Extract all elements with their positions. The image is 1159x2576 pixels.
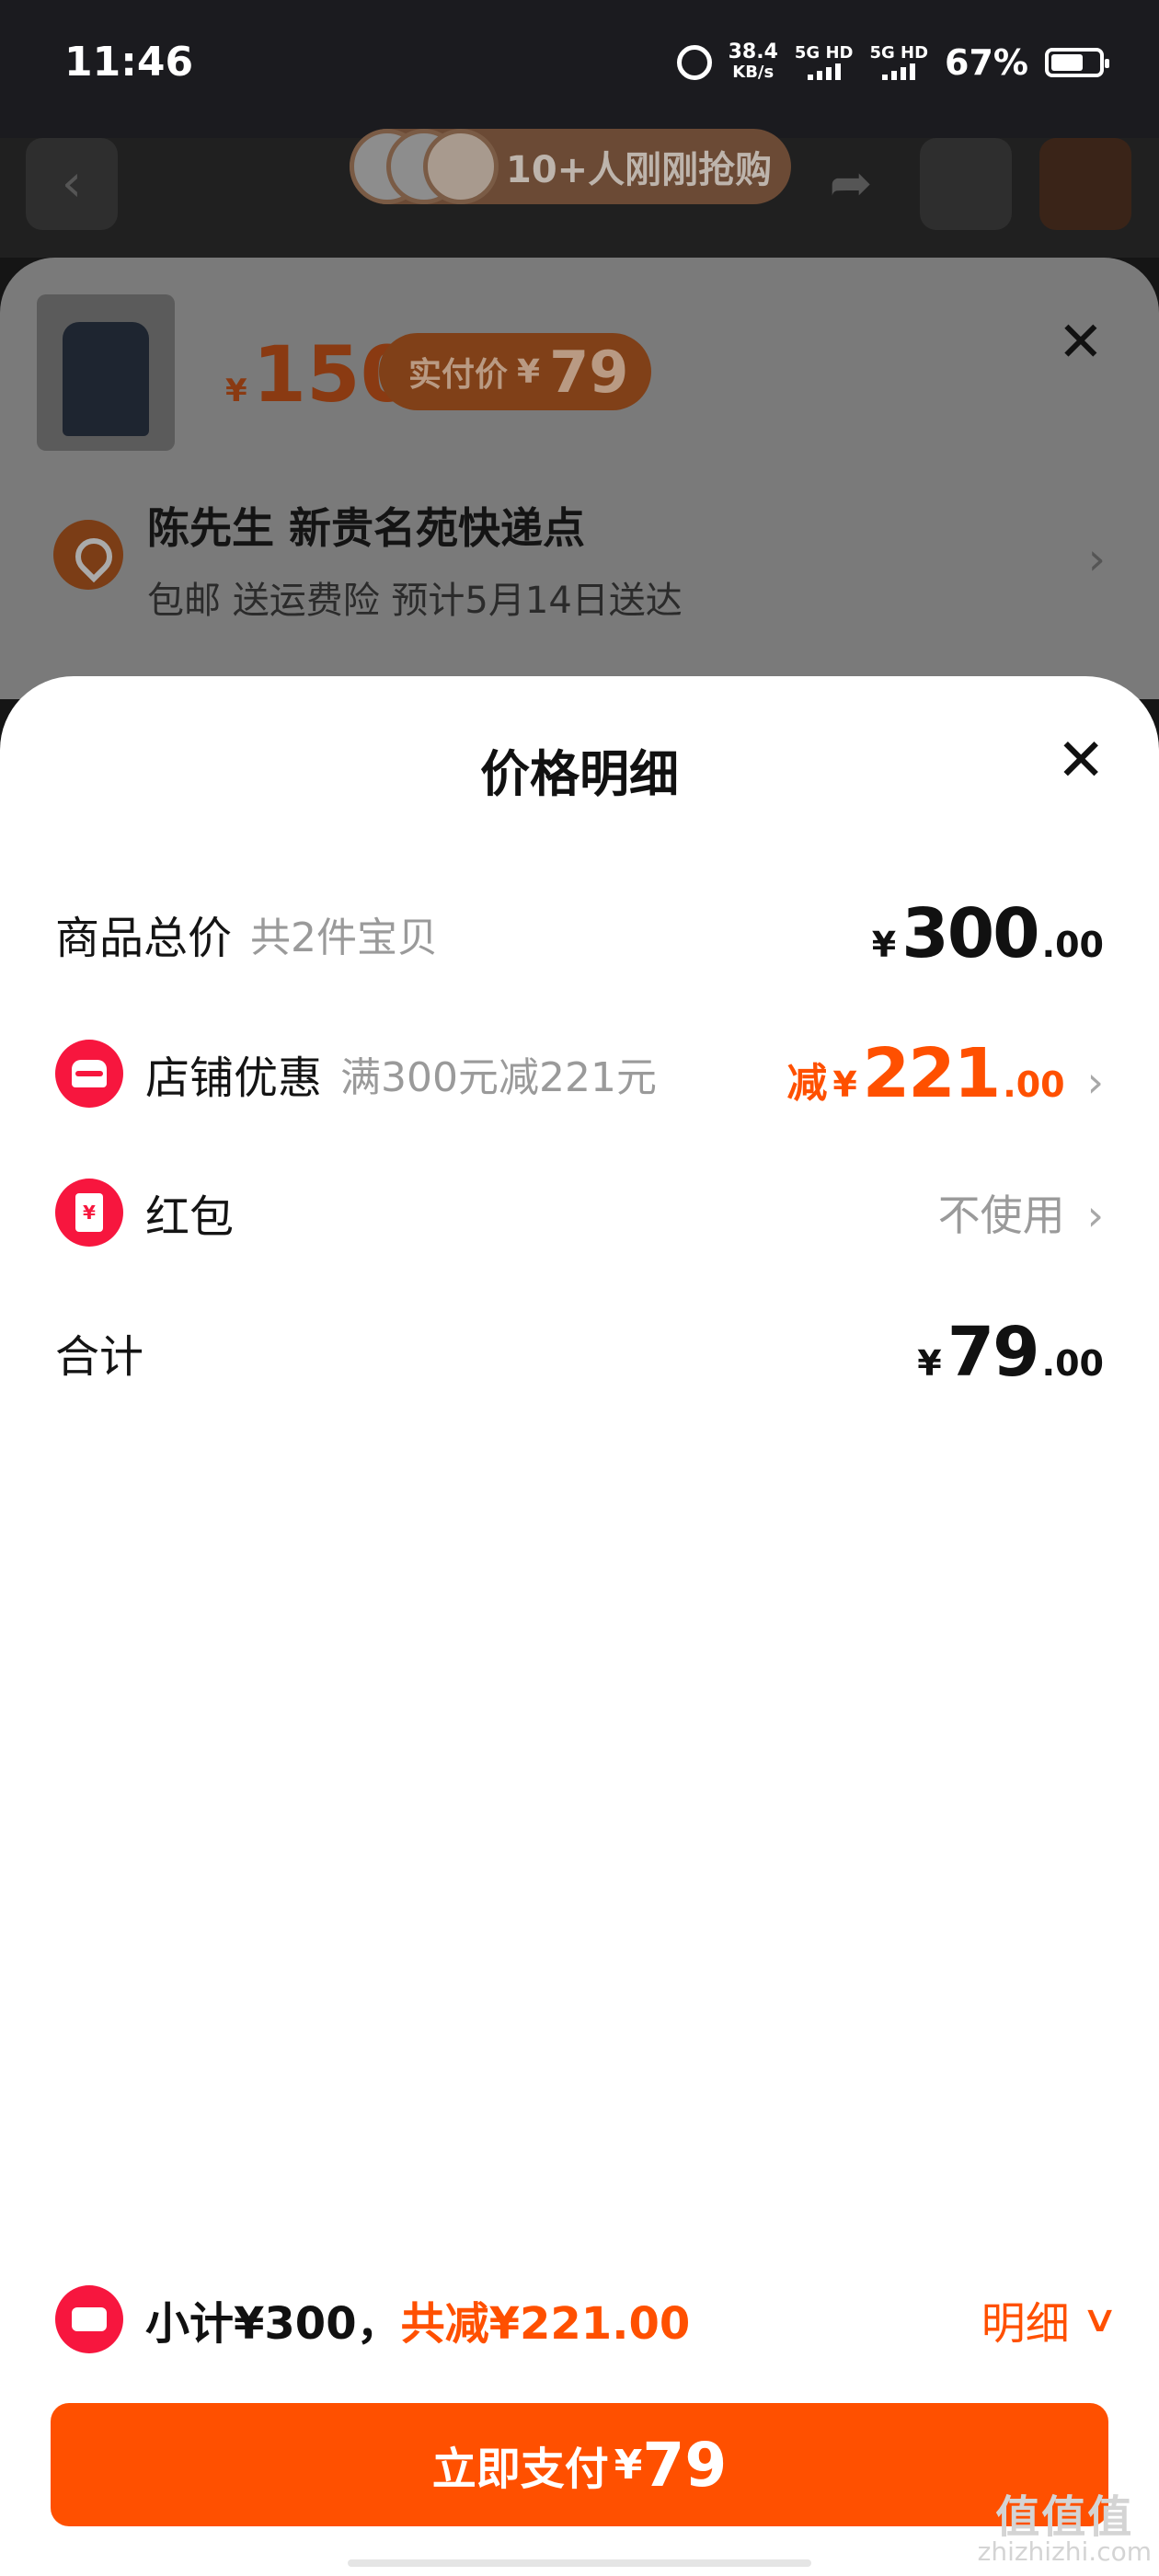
row-label: 商品总价 <box>55 913 233 964</box>
row-total: 合计 ¥ 79 .00 <box>55 1306 1104 1398</box>
row-goods-total: 商品总价 共2件宝贝 ¥ 300 .00 <box>55 888 1104 980</box>
location-icon <box>53 520 123 590</box>
status-indicators: 38.4 KB/s 5G HD 5G HD 67% <box>676 40 1109 83</box>
sheet-title: 价格明细 <box>480 745 679 803</box>
back-icon[interactable]: ‹ <box>26 138 118 230</box>
goods-total-amount: ¥ 300 .00 <box>871 894 1104 973</box>
signal-icon: 5G HD <box>795 45 853 80</box>
red-packet-value: 不使用 › <box>937 1190 1104 1240</box>
battery-percent: 67% <box>945 42 1028 83</box>
row-label: 红包 <box>145 1191 235 1243</box>
chevron-right-icon: › <box>1086 1057 1104 1107</box>
detail-toggle[interactable]: 明细 ∨ <box>981 2287 1119 2352</box>
status-bar: 11:46 38.4 KB/s 5G HD 5G HD 67% <box>0 0 1159 138</box>
product-thumbnail <box>37 294 175 451</box>
chevron-right-icon[interactable]: › <box>1088 534 1106 585</box>
row-store-discount[interactable]: 店铺优惠 满300元减221元 减 ¥ 221 .00 › <box>55 1028 1104 1120</box>
alarm-icon <box>676 45 712 80</box>
home-indicator[interactable] <box>348 2559 811 2567</box>
delivery-info: 包邮 送运费险 预计5月14日送达 <box>147 580 683 622</box>
address-name[interactable]: 陈先生 新贵名苑快递点 <box>147 495 585 556</box>
chevron-down-icon: ∨ <box>1080 2298 1119 2340</box>
share-icon[interactable]: ➦ <box>805 138 897 230</box>
chevron-right-icon: › <box>1086 1190 1104 1240</box>
sku-panel: ¥ 150 实付价 ¥ 79 ✕ 陈先生 新贵名苑快递点 包邮 送运费险 预计5… <box>0 258 1159 699</box>
row-sub: 共2件宝贝 <box>250 914 439 961</box>
row-label: 店铺优惠 <box>145 1052 323 1104</box>
watermark: 值值值 zhizhizhi.com <box>977 2491 1152 2567</box>
close-icon[interactable]: ✕ <box>1058 315 1104 370</box>
order-summary: 小计¥300， 共减¥221.00 明细 ∨ <box>55 2278 1119 2361</box>
red-packet-icon: ¥ <box>55 1179 123 1247</box>
cart-icon[interactable] <box>920 138 1012 230</box>
paid-price-badge: 实付价 ¥ 79 <box>379 333 651 410</box>
row-sub: 满300元减221元 <box>340 1054 657 1101</box>
row-red-packet[interactable]: ¥ 红包 不使用 › <box>55 1167 1104 1259</box>
store-icon <box>55 1040 123 1108</box>
row-label: 合计 <box>55 1331 144 1383</box>
battery-icon <box>1045 48 1109 77</box>
avatar <box>423 129 499 204</box>
close-icon[interactable]: ✕ <box>1056 731 1106 790</box>
detail-label: 明细 <box>981 2298 1070 2350</box>
reduction-text: 共减¥221.00 <box>400 2298 691 2350</box>
recent-buyers-text: 10+人刚刚抢购 <box>506 149 773 191</box>
more-icon[interactable] <box>1039 138 1131 230</box>
subtotal-text: 小计¥300， <box>145 2298 401 2350</box>
status-time: 11:46 <box>64 39 194 86</box>
recent-buyers-pill: 10+人刚刚抢购 <box>350 129 791 204</box>
pay-now-button[interactable]: 立即支付 ¥ 79 <box>51 2403 1108 2526</box>
signal-icon-2: 5G HD <box>869 45 928 80</box>
total-amount: ¥ 79 .00 <box>917 1313 1104 1392</box>
coupon-icon <box>55 2285 123 2353</box>
store-discount-amount: 减 ¥ 221 .00 › <box>786 1034 1104 1113</box>
network-speed: 38.4 KB/s <box>728 40 778 83</box>
